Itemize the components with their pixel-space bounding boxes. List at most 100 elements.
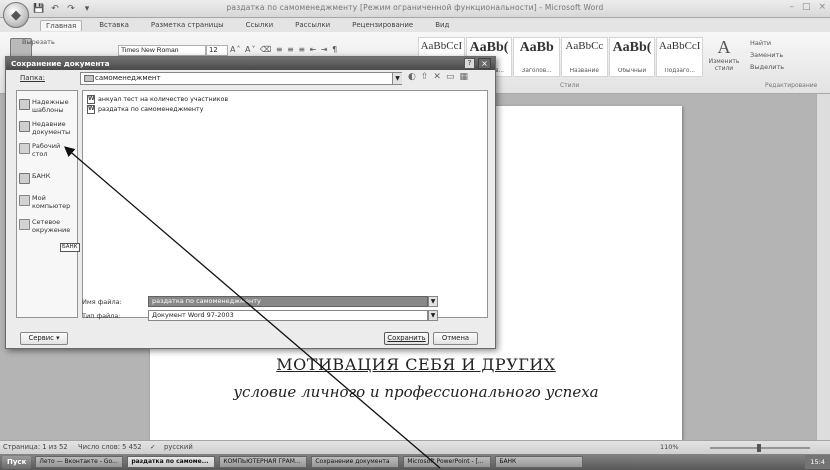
vertical-scrollbar[interactable] (816, 94, 830, 440)
tab-page-layout[interactable]: Разметка страницы (146, 20, 229, 30)
filetype-select[interactable]: Документ Word 97-2003 (148, 310, 428, 321)
recent-documents-icon (19, 121, 30, 132)
office-button[interactable]: ◆ (3, 2, 29, 28)
place-desktop[interactable]: Рабочий стол (19, 142, 77, 158)
desktop-icon (19, 143, 30, 154)
place-network[interactable]: Сетевое окружение (19, 218, 77, 234)
chevron-down-icon[interactable]: ▼ (392, 73, 402, 84)
maximize-button[interactable]: □ (802, 2, 811, 12)
change-styles-button[interactable]: A Изменить стили (706, 37, 742, 82)
word-document-icon (87, 95, 95, 104)
tab-view[interactable]: Вид (430, 20, 454, 30)
start-button[interactable]: Пуск (2, 455, 32, 469)
tools-button[interactable]: Сервис ▾ (20, 332, 68, 345)
new-folder-icon[interactable]: ▭ (446, 72, 455, 82)
taskbar-item[interactable]: Лето — Вконтакте - Go... (35, 456, 124, 468)
save-icon[interactable]: 💾 (33, 3, 45, 15)
editing-group-label: Редактирование (765, 82, 818, 89)
my-computer-icon (19, 195, 30, 206)
place-trusted-templates[interactable]: Надежные шаблоны (19, 98, 77, 114)
cut-button[interactable]: Вырезать (22, 38, 55, 46)
folder-icon (84, 75, 94, 82)
taskbar-item[interactable]: раздатка по самоме... (127, 456, 216, 468)
folder-select[interactable]: самоменеджмент (80, 72, 402, 85)
place-label: Сетевое окружение (32, 218, 71, 234)
place-bank[interactable]: БАНК (19, 172, 77, 184)
font-name-select[interactable]: Times New Roman (118, 45, 206, 56)
file-name: анкуал тест на количество участников (98, 96, 229, 103)
style-tile[interactable]: AaBbCc Название (561, 37, 608, 77)
place-label: БАНК (32, 172, 51, 180)
cancel-button[interactable]: Отмена (433, 332, 478, 345)
network-icon (19, 219, 30, 230)
filename-label: Имя файла: (82, 298, 122, 306)
folder-label: Папка: (20, 74, 46, 82)
window-title: раздатка по самоменеджменту [Режим огран… (226, 3, 604, 12)
font-tools: A˄ A˅ ⌫ ≡ ≡ ≡ ⇤ ⇥ ¶ (230, 45, 339, 54)
list-item[interactable]: раздатка по самоменеджменту (87, 105, 203, 114)
tab-home[interactable]: Главная (40, 19, 83, 31)
font-size-select[interactable]: 12 (206, 45, 228, 56)
close-window-button[interactable]: × (818, 2, 826, 12)
taskbar-item[interactable]: КОМПЬЮТЕРНАЯ ГРАМ... (219, 456, 308, 468)
tooltip: БАНК (60, 243, 80, 252)
filename-input[interactable]: раздатка по самоменеджменту (148, 296, 428, 307)
taskbar-item[interactable]: БАНК (495, 456, 584, 468)
window-controls: – □ × (789, 2, 826, 12)
folder-icon (19, 173, 30, 184)
style-tile[interactable]: AaBb(Обычный (608, 37, 656, 77)
language-indicator[interactable]: русский (164, 441, 193, 454)
proofing-icon[interactable]: ✓ (150, 441, 156, 454)
style-tile[interactable]: AaBb Заголов... (513, 37, 561, 77)
ribbon-tabs: Главная Вставка Разметка страницы Ссылки… (0, 18, 830, 32)
document-subheading: условие личного и профессионального успе… (233, 383, 599, 401)
place-my-computer[interactable]: Мой компьютер (19, 194, 77, 210)
change-styles-label: Изменить стили (708, 58, 740, 72)
minimize-button[interactable]: – (789, 2, 794, 12)
quick-access-toolbar: 💾 ↶ ↷ ▾ (33, 3, 93, 15)
chevron-down-icon[interactable]: ▼ (428, 296, 438, 307)
change-styles-icon: A (717, 37, 731, 57)
undo-icon[interactable]: ↶ (49, 3, 61, 15)
taskbar-item[interactable]: Сохранение документа (311, 456, 400, 468)
taskbar-item[interactable]: Microsoft PowerPoint - [... (403, 456, 492, 468)
select-button[interactable]: Выделить (750, 61, 828, 73)
delete-icon[interactable]: ✕ (433, 72, 441, 82)
save-button[interactable]: Сохранить (384, 332, 429, 345)
list-item[interactable]: анкуал тест на количество участников (87, 95, 228, 104)
place-label: Надежные шаблоны (32, 98, 69, 114)
up-folder-icon[interactable]: ⇧ (421, 72, 429, 82)
dialog-title: Сохранение документа (6, 57, 495, 70)
word-count[interactable]: Число слов: 5 452 (78, 441, 142, 454)
views-icon[interactable]: ▦ (459, 72, 468, 82)
replace-button[interactable]: Заменить (750, 49, 828, 61)
file-name: раздатка по самоменеджменту (98, 106, 204, 113)
find-button[interactable]: Найти (750, 37, 828, 49)
tab-references[interactable]: Ссылки (241, 20, 279, 30)
place-recent-documents[interactable]: Недавние документы (19, 120, 77, 136)
tab-review[interactable]: Рецензирование (347, 20, 418, 30)
styles-group-label: Стили (560, 82, 580, 89)
page-count[interactable]: Страница: 1 из 52 (3, 441, 68, 454)
customize-qat-icon[interactable]: ▾ (81, 3, 93, 15)
back-icon[interactable]: ◐ (408, 72, 416, 82)
zoom-slider-thumb[interactable] (757, 444, 761, 452)
place-label: Рабочий стол (32, 142, 61, 158)
places-bar: Надежные шаблоны Недавние документы Рабо… (16, 90, 78, 318)
dialog-toolbar: ◐ ⇧ ✕ ▭ ▦ (408, 72, 468, 82)
document-heading: МОТИВАЦИЯ СЕБЯ И ДРУГИХ (276, 355, 556, 374)
tools-button-label: Сервис (28, 334, 54, 342)
redo-icon[interactable]: ↷ (65, 3, 77, 15)
taskbar: Пуск Лето — Вконтакте - Go... раздатка п… (0, 454, 830, 470)
system-clock[interactable]: 15:4 (805, 455, 830, 469)
editing-group: Найти Заменить Выделить (750, 37, 828, 73)
dialog-close-button[interactable]: × (478, 58, 491, 69)
trusted-templates-icon (19, 99, 30, 110)
style-tile[interactable]: AaBbCcI Подзаго... (656, 37, 704, 77)
tab-mailings[interactable]: Рассылки (290, 20, 335, 30)
help-button[interactable]: ? (464, 58, 475, 69)
save-as-dialog: Сохранение документа ? × Папка: самомене… (5, 56, 496, 349)
chevron-down-icon[interactable]: ▼ (428, 310, 438, 321)
tab-insert[interactable]: Вставка (94, 20, 134, 30)
file-list[interactable]: анкуал тест на количество участников раз… (82, 90, 488, 318)
